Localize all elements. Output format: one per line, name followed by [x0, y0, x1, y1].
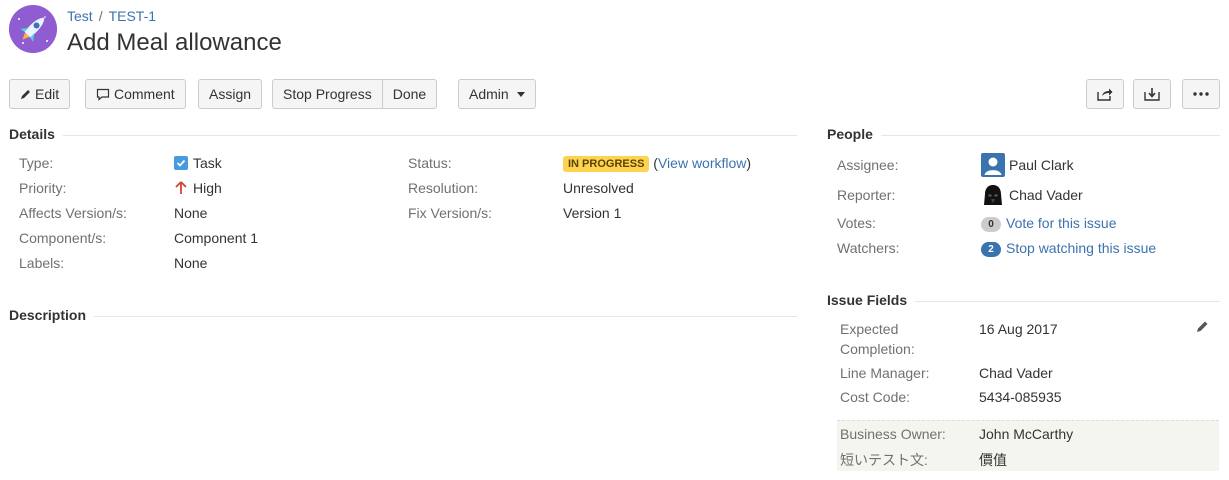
resolution-label: Resolution:	[408, 180, 479, 196]
fix-version-link[interactable]: Version 1	[563, 205, 621, 221]
issue-fields-heading: Issue Fields	[827, 292, 916, 308]
done-button[interactable]: Done	[381, 80, 436, 108]
labels-label: Labels:	[19, 255, 65, 271]
component-link[interactable]: Component 1	[174, 230, 258, 246]
component-label: Component/s:	[19, 230, 107, 246]
edit-pencil-icon[interactable]	[1196, 320, 1209, 333]
expected-completion-label-line2: Completion:	[840, 341, 915, 357]
watchers-count-badge: 2	[981, 242, 1001, 257]
affects-version-value: None	[174, 205, 208, 221]
priority-text: High	[193, 180, 222, 196]
stop-progress-button[interactable]: Stop Progress	[273, 80, 382, 108]
rocket-icon	[9, 5, 57, 53]
user-avatar-icon	[981, 153, 1005, 177]
page-title: Add Meal allowance	[67, 29, 282, 56]
details-divider	[9, 135, 797, 136]
type-text: Task	[193, 155, 222, 171]
reporter-label: Reporter:	[837, 187, 896, 203]
short-text-label: 短いテスト文:	[840, 452, 928, 468]
business-owner-value: John McCarthy	[979, 426, 1074, 442]
status-label: Status:	[408, 155, 452, 171]
task-icon	[174, 156, 188, 170]
type-label: Type:	[19, 155, 54, 171]
priority-high-icon	[175, 181, 187, 194]
comment-button[interactable]: Comment	[85, 79, 186, 109]
reporter-name: Chad Vader	[1009, 187, 1083, 203]
share-button[interactable]	[1086, 79, 1124, 109]
assign-button[interactable]: Assign	[198, 79, 263, 109]
download-icon	[1144, 88, 1160, 101]
issue-toolbar: Edit Comment Assign Stop Progress Done A…	[9, 79, 1220, 109]
description-divider	[9, 316, 797, 317]
reporter-value[interactable]: Chad Vader	[981, 183, 1083, 207]
export-button[interactable]	[1133, 79, 1171, 109]
project-avatar[interactable]	[9, 5, 57, 53]
stop-watching-link[interactable]: Stop watching this issue	[1006, 240, 1156, 256]
comment-icon	[96, 88, 110, 101]
people-divider	[827, 135, 1220, 136]
details-heading: Details	[9, 126, 63, 142]
cost-code-value: 5434-085935	[979, 389, 1062, 405]
votes-value: 0 Vote for this issue	[981, 215, 1117, 232]
breadcrumb-issue-link[interactable]: TEST-1	[109, 8, 156, 24]
line-manager-label: Line Manager:	[840, 365, 930, 381]
cost-code-label: Cost Code:	[840, 389, 911, 405]
more-actions-button[interactable]	[1182, 79, 1220, 109]
affects-version-label: Affects Version/s:	[19, 205, 127, 221]
more-icon	[1193, 92, 1209, 96]
comment-button-label: Comment	[114, 86, 175, 102]
status-badge: IN PROGRESS	[563, 156, 650, 172]
watchers-value: 2 Stop watching this issue	[981, 240, 1156, 257]
vader-avatar-icon	[984, 185, 1002, 205]
breadcrumb: Test / TEST-1	[67, 8, 156, 24]
priority-value: High	[174, 180, 222, 196]
people-heading: People	[827, 126, 881, 142]
pencil-icon	[21, 90, 30, 99]
view-workflow-link[interactable]: View workflow	[658, 155, 746, 171]
edit-button[interactable]: Edit	[9, 79, 71, 109]
business-owner-label: Business Owner:	[840, 426, 946, 442]
assignee-value[interactable]: Paul Clark	[981, 153, 1074, 177]
assignee-name: Paul Clark	[1009, 157, 1074, 173]
status-value: IN PROGRESS (View workflow)	[563, 155, 751, 172]
admin-dropdown-button[interactable]: Admin	[458, 79, 536, 109]
workflow-paren-close: )	[746, 155, 752, 171]
assignee-label: Assignee:	[837, 157, 899, 173]
fix-version-label: Fix Version/s:	[408, 205, 493, 221]
chevron-down-icon	[516, 92, 525, 97]
expected-completion-label-line1: Expected	[840, 321, 899, 337]
line-manager-value: Chad Vader	[979, 365, 1053, 381]
breadcrumb-project-link[interactable]: Test	[67, 8, 93, 24]
watchers-label: Watchers:	[837, 240, 900, 256]
breadcrumb-separator: /	[98, 8, 103, 24]
vote-link[interactable]: Vote for this issue	[1006, 215, 1117, 231]
votes-count-badge: 0	[981, 217, 1001, 232]
resolution-value: Unresolved	[563, 180, 634, 196]
expected-completion-value: 16 Aug 2017	[979, 321, 1058, 337]
admin-button-label: Admin	[469, 86, 509, 102]
description-heading: Description	[9, 307, 95, 323]
type-value: Task	[174, 155, 222, 171]
short-text-value: 價值	[979, 452, 1007, 468]
workflow-button-group: Stop Progress Done	[272, 79, 438, 109]
votes-label: Votes:	[837, 215, 876, 231]
share-icon	[1097, 88, 1113, 101]
edit-button-label: Edit	[35, 86, 60, 102]
priority-label: Priority:	[19, 180, 67, 196]
labels-value: None	[174, 255, 208, 271]
